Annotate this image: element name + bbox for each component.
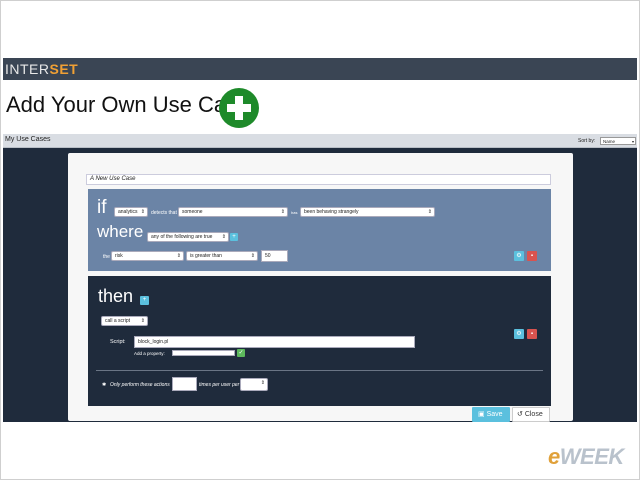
has-text: has <box>291 210 298 215</box>
chevron-down-icon: ⇕ <box>176 253 181 259</box>
subject-select-value: someone <box>182 209 203 215</box>
limit-count-input[interactable] <box>172 377 197 391</box>
asterisk-icon: ✱ <box>102 382 107 388</box>
use-case-name-input[interactable]: A New Use Case <box>86 174 551 185</box>
limit-text-after: times per user per <box>199 382 240 388</box>
brand-name-prefix: INTER <box>5 61 50 77</box>
behavior-select-value: been behaving strangely <box>304 209 359 215</box>
trash-icon[interactable]: ▪ <box>527 251 537 261</box>
chevron-down-icon: ▾ <box>631 139 634 144</box>
app-title: My Use Cases <box>5 136 51 143</box>
limit-text-before: Only perform these actions <box>110 382 170 388</box>
undo-icon: ↺ <box>517 411 525 418</box>
subject-select[interactable]: someone ⇕ <box>178 207 288 217</box>
slide: INTERSET Add Your Own Use Case! My Use C… <box>0 0 640 480</box>
field-select-value: risk <box>115 253 123 259</box>
close-button[interactable]: ↺ Close <box>512 407 550 422</box>
save-button-label: Save <box>486 411 503 418</box>
plus-icon: + <box>142 297 147 303</box>
gear-icon[interactable]: ⚙ <box>514 329 524 339</box>
floppy-icon: ▣ <box>478 411 487 418</box>
add-action-button[interactable]: + <box>140 296 149 305</box>
brand-logo: INTERSET <box>5 61 78 77</box>
script-label: Script: <box>110 339 126 345</box>
plus-circle-icon <box>219 88 259 128</box>
sort-select-value: Name <box>603 139 616 144</box>
gear-icon[interactable]: ⚙ <box>514 251 524 261</box>
operator-select[interactable]: is greater than ⇕ <box>186 251 258 261</box>
check-icon[interactable]: ✓ <box>237 349 245 357</box>
save-button[interactable]: ▣ Save <box>472 407 510 422</box>
app-header: My Use Cases Sort by: Name ▾ <box>3 134 637 148</box>
add-condition-button[interactable]: + <box>230 233 238 241</box>
trash-icon[interactable]: ▪ <box>527 329 537 339</box>
condition-select[interactable]: any of the following are true ⇕ <box>147 232 229 242</box>
chevron-down-icon: ⇕ <box>250 253 255 259</box>
chevron-down-icon: ⇕ <box>221 234 226 240</box>
limit-period-select[interactable]: ⇕ <box>240 378 268 391</box>
then-keyword: then <box>98 286 134 306</box>
sort-select[interactable]: Name ▾ <box>600 137 636 145</box>
the-text: the <box>103 254 110 260</box>
source-select[interactable]: analytics ⇕ <box>114 207 148 217</box>
chevron-down-icon: ⇕ <box>427 209 432 215</box>
add-property-label: Add a property: <box>134 351 165 356</box>
chevron-down-icon: ⇕ <box>280 209 285 215</box>
action-select[interactable]: call a script ⇕ <box>101 316 148 326</box>
chevron-down-icon: ⇕ <box>140 318 145 324</box>
divider <box>96 370 543 371</box>
chevron-down-icon: ⇕ <box>260 380 265 386</box>
source-select-value: analytics <box>118 209 138 215</box>
chevron-down-icon: ⇕ <box>140 209 145 215</box>
if-keyword: if <box>97 197 107 218</box>
watermark-suffix: WEEK <box>559 444 625 469</box>
close-button-label: Close <box>524 411 543 418</box>
field-select[interactable]: risk ⇕ <box>111 251 184 261</box>
plus-icon: + <box>232 234 236 240</box>
page-title: Add Your Own Use Case! <box>6 92 256 117</box>
property-select[interactable] <box>172 350 235 356</box>
threshold-input[interactable]: 50 <box>261 250 288 262</box>
sort-label: Sort by: <box>578 138 596 144</box>
brand-name-suffix: SET <box>49 61 79 77</box>
behavior-select[interactable]: been behaving strangely ⇕ <box>300 207 435 217</box>
eweek-watermark: eWEEK <box>548 444 624 470</box>
script-input[interactable]: block_login.pl <box>134 336 415 348</box>
operator-select-value: is greater than <box>190 253 222 259</box>
detects-text: detects that <box>151 210 177 216</box>
brand-bar: INTERSET <box>3 58 637 80</box>
where-keyword: where <box>97 222 144 241</box>
action-select-value: call a script <box>105 318 131 324</box>
condition-select-value: any of the following are true <box>151 234 213 240</box>
watermark-prefix: e <box>548 444 560 469</box>
